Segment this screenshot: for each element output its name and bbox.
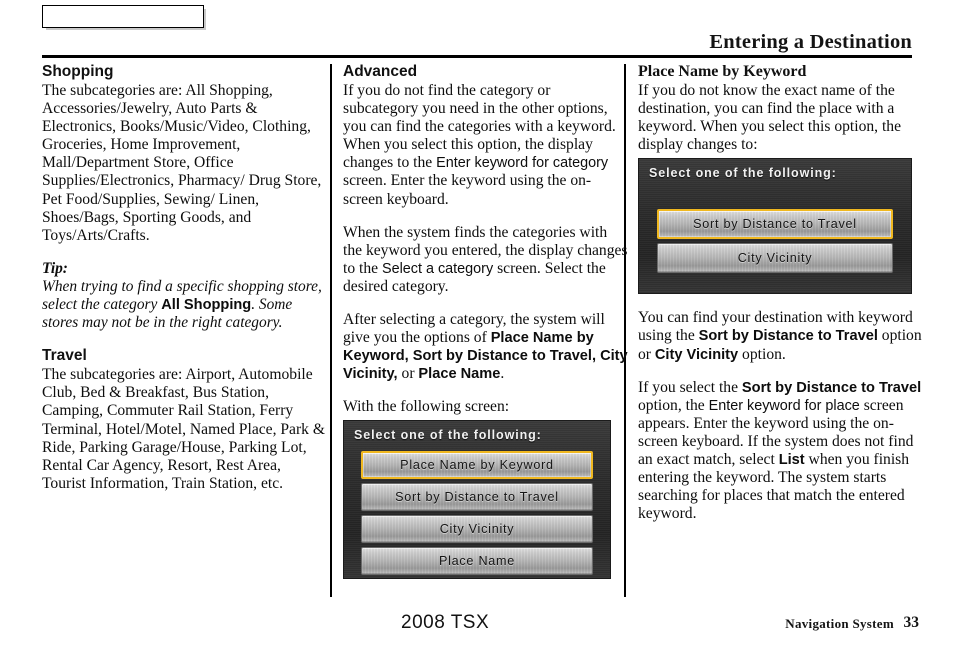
- screen-ref-enter-keyword-for-place: Enter keyword for place: [708, 397, 860, 414]
- section-tab-box: [42, 5, 204, 28]
- column-middle: Advanced If you do not find the category…: [343, 62, 629, 579]
- screen-ref-select-a-category: Select a category: [381, 260, 494, 277]
- footer-model-label: 2008 TSX: [401, 612, 490, 633]
- nav-button-city-vicinity-right[interactable]: City Vicinity: [657, 243, 893, 274]
- paragraph-shopping-body: The subcategories are: All Shopping, Acc…: [42, 82, 322, 244]
- nav-screen-title-right: Select one of the following:: [649, 166, 837, 181]
- advanced-p3-text-mid: or: [397, 365, 419, 383]
- paragraph-right-1: If you do not know the exact name of the…: [638, 82, 902, 154]
- column-right: Place Name by Keyword If you do not know…: [638, 62, 924, 538]
- heading-advanced: Advanced: [343, 63, 418, 80]
- nav-screen-mock-right: Select one of the following: Sort by Dis…: [638, 158, 912, 295]
- advanced-p1-text-b: screen. Enter the keyword using the on-s…: [343, 172, 592, 208]
- page-title: Entering a Destination: [709, 31, 912, 53]
- heading-shopping: Shopping: [42, 63, 114, 80]
- page-header: Entering a Destination: [42, 28, 912, 56]
- page-footer: 2008 TSX Navigation System 33: [0, 604, 954, 644]
- right-p3-text-a: If you select the: [638, 378, 742, 396]
- advanced-p3-text-b: .: [500, 365, 505, 383]
- paragraph-advanced-2: When the system finds the categories wit…: [343, 224, 629, 296]
- nav-screen-button-list-middle: Place Name by Keyword Sort by Distance t…: [344, 450, 610, 578]
- paragraph-right-3: If you select the Sort by Distance to Tr…: [638, 379, 924, 524]
- nav-button-sort-by-distance-to-travel[interactable]: Sort by Distance to Travel: [361, 482, 593, 511]
- content-columns: Shopping The subcategories are: All Shop…: [0, 62, 954, 597]
- option-ref-place-name: Place Name: [418, 366, 501, 383]
- screen-ref-enter-keyword-for-category: Enter keyword for category: [436, 155, 609, 172]
- nav-screen-title-middle: Select one of the following:: [354, 427, 542, 442]
- nav-button-sort-by-distance-to-travel-right[interactable]: Sort by Distance to Travel: [657, 209, 893, 240]
- column-left: Shopping The subcategories are: All Shop…: [42, 62, 328, 508]
- heading-place-name-by-keyword: Place Name by Keyword: [638, 63, 807, 80]
- right-p3-text-b: option, the: [638, 396, 709, 414]
- option-ref-city-vicinity: City Vicinity: [654, 346, 739, 363]
- option-ref-sort-by-distance-to-travel-2: Sort by Distance to Travel: [741, 379, 922, 396]
- option-ref-list: List: [778, 452, 805, 469]
- heading-travel: Travel: [42, 347, 87, 365]
- paragraph-shopping-tip: Tip: When trying to find a specific shopp…: [42, 260, 328, 332]
- paragraph-travel-body: The subcategories are: Airport, Automobi…: [42, 366, 325, 492]
- right-p2-text-b: option.: [738, 345, 786, 363]
- nav-button-place-name[interactable]: Place Name: [361, 546, 593, 575]
- nav-button-city-vicinity[interactable]: City Vicinity: [361, 514, 593, 543]
- column-divider-1: [330, 64, 332, 597]
- header-rule: [42, 55, 912, 58]
- nav-screen-mock-middle: Select one of the following: Place Name …: [343, 419, 611, 579]
- paragraph-advanced-4: With the following screen:: [343, 398, 510, 416]
- paragraph-advanced-3: After selecting a category, the system w…: [343, 311, 629, 383]
- nav-screen-button-list-right: Sort by Distance to Travel City Vicinity: [639, 209, 911, 277]
- paragraph-advanced-1: If you do not find the category or subca…: [343, 82, 629, 209]
- tip-emphasis-all-shopping: All Shopping: [161, 297, 252, 314]
- footer-system-label: Navigation System: [785, 616, 894, 631]
- footer-page-number: 33: [903, 614, 920, 631]
- nav-button-place-name-by-keyword[interactable]: Place Name by Keyword: [361, 450, 593, 479]
- paragraph-right-2: You can find your destination with keywo…: [638, 309, 924, 363]
- tip-label: Tip:: [42, 259, 68, 277]
- option-ref-sort-by-distance-to-travel-1: Sort by Distance to Travel: [698, 328, 878, 345]
